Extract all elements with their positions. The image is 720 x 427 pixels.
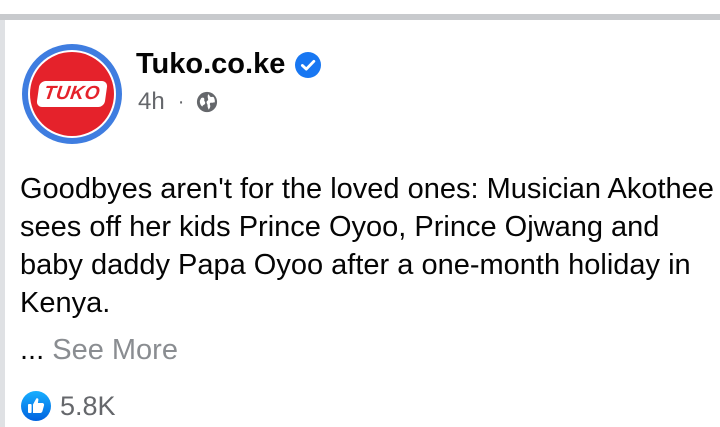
like-count: 5.8K [60, 390, 116, 421]
top-spacer [0, 0, 720, 14]
verified-badge-icon [295, 51, 322, 78]
reactions-summary[interactable]: 5.8K [20, 390, 116, 422]
post-meta: 4h · [138, 88, 218, 116]
tuko-logo: TUKO [36, 81, 108, 107]
page-avatar[interactable]: TUKO [22, 44, 122, 144]
post-card: TUKO Tuko.co.ke 4h · Goodbyes aren't for… [5, 20, 720, 427]
meta-separator: · [177, 90, 185, 113]
globe-icon [197, 91, 218, 113]
post-timestamp[interactable]: 4h [138, 88, 165, 116]
see-more-link[interactable]: See More [52, 334, 178, 366]
like-icon [21, 391, 51, 421]
page-name-row: Tuko.co.ke [136, 48, 322, 81]
page-name-link[interactable]: Tuko.co.ke [136, 48, 285, 81]
post-body-text: Goodbyes aren't for the loved ones: Musi… [20, 173, 714, 319]
avatar-logo-background: TUKO [30, 52, 114, 136]
see-more-row: ... See More [20, 331, 178, 369]
ellipsis: ... [20, 334, 45, 366]
avatar-ring: TUKO [28, 50, 116, 138]
